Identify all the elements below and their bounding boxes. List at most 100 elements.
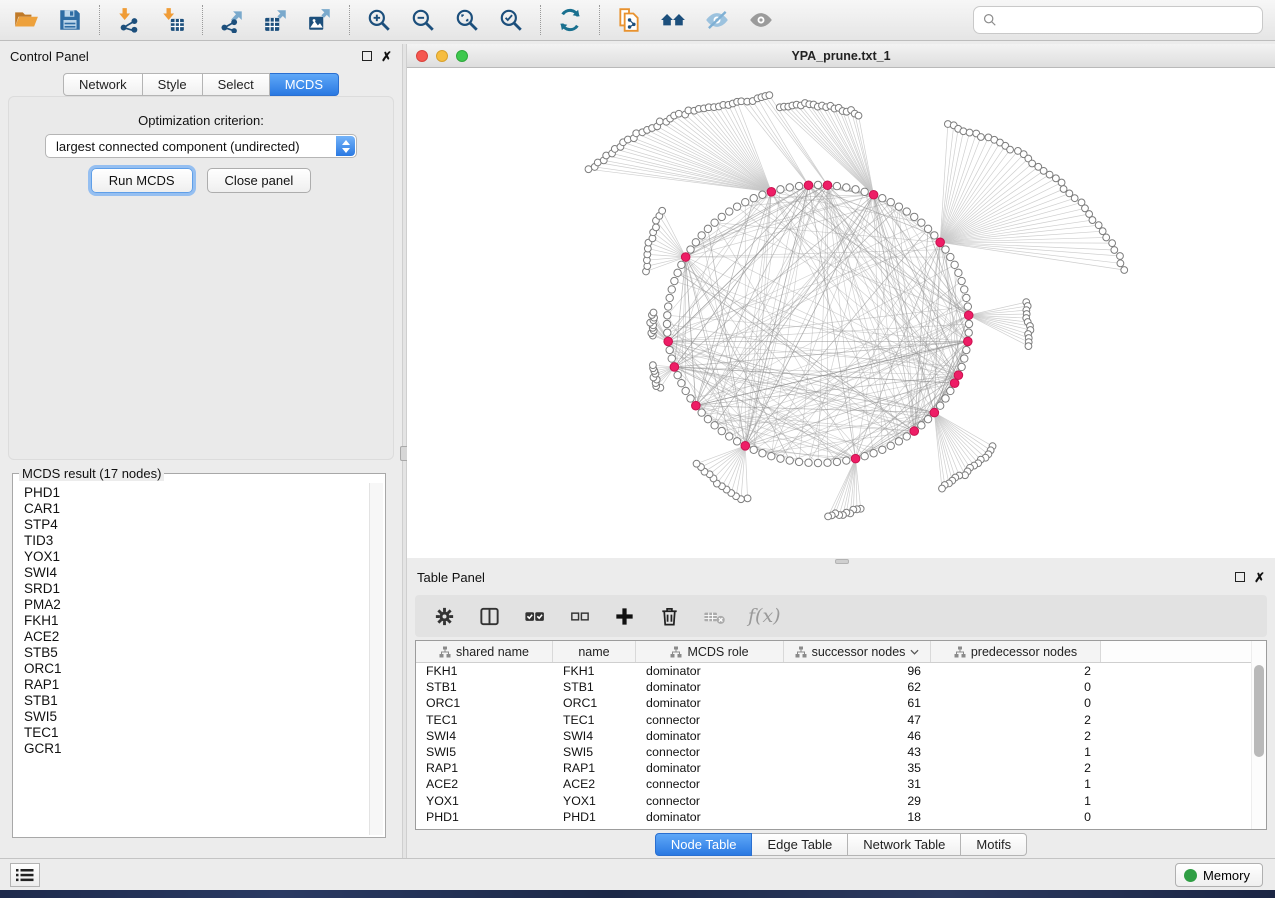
- leaf-node[interactable]: [744, 495, 751, 502]
- import-network-button[interactable]: [115, 6, 143, 34]
- ring-node[interactable]: [879, 195, 886, 202]
- ring-node[interactable]: [942, 395, 949, 402]
- ring-node[interactable]: [664, 329, 671, 336]
- ring-node[interactable]: [824, 459, 831, 466]
- ring-node[interactable]: [733, 438, 740, 445]
- mcds-result-item[interactable]: TEC1: [24, 725, 368, 741]
- leaf-node[interactable]: [659, 207, 666, 214]
- first-neighbors-button[interactable]: [659, 6, 687, 34]
- ring-node[interactable]: [942, 246, 949, 253]
- ring-node[interactable]: [666, 294, 673, 301]
- show-all-button[interactable]: [747, 6, 775, 34]
- zoom-out-button[interactable]: [409, 6, 437, 34]
- mcds-dominator-node[interactable]: [930, 408, 939, 417]
- column-header-name[interactable]: name: [553, 641, 636, 662]
- ring-node[interactable]: [958, 363, 965, 370]
- network-window-titlebar[interactable]: YPA_prune.txt_1: [407, 44, 1275, 68]
- table-row[interactable]: TEC1TEC1connector472: [416, 712, 1251, 728]
- save-session-button[interactable]: [56, 6, 84, 34]
- column-header-predecessor-nodes[interactable]: predecessor nodes: [931, 641, 1101, 662]
- leaf-node[interactable]: [1089, 217, 1096, 224]
- column-header-MCDS-role[interactable]: MCDS role: [636, 641, 784, 662]
- ring-node[interactable]: [777, 186, 784, 193]
- ring-node[interactable]: [961, 286, 968, 293]
- show-columns-button[interactable]: [478, 605, 501, 628]
- leaf-node[interactable]: [825, 513, 832, 520]
- ring-node[interactable]: [674, 269, 681, 276]
- horizontal-splitter[interactable]: [407, 558, 1275, 565]
- search-input[interactable]: [1003, 13, 1253, 28]
- leaf-node[interactable]: [855, 112, 862, 119]
- mcds-result-item[interactable]: STP4: [24, 517, 368, 533]
- tab-select[interactable]: Select: [203, 73, 270, 96]
- ring-node[interactable]: [911, 213, 918, 220]
- leaf-node[interactable]: [675, 110, 682, 117]
- ring-node[interactable]: [918, 422, 925, 429]
- close-panel-button[interactable]: ✗: [381, 50, 392, 63]
- ring-node[interactable]: [759, 450, 766, 457]
- delete-table-button[interactable]: [703, 605, 726, 628]
- ring-node[interactable]: [750, 195, 757, 202]
- ring-node[interactable]: [852, 186, 859, 193]
- leaf-node[interactable]: [978, 134, 985, 141]
- tab-network[interactable]: Network: [63, 73, 143, 96]
- import-table-button[interactable]: [159, 6, 187, 34]
- mcds-dominator-node[interactable]: [741, 442, 750, 451]
- zoom-in-button[interactable]: [365, 6, 393, 34]
- ring-node[interactable]: [870, 450, 877, 457]
- table-row[interactable]: RAP1RAP1dominator352: [416, 760, 1251, 776]
- mcds-result-item[interactable]: SRD1: [24, 581, 368, 597]
- ring-node[interactable]: [861, 188, 868, 195]
- ring-node[interactable]: [895, 438, 902, 445]
- leaf-node[interactable]: [649, 362, 656, 369]
- ring-node[interactable]: [777, 455, 784, 462]
- mcds-dominator-node[interactable]: [664, 337, 673, 346]
- ring-node[interactable]: [726, 208, 733, 215]
- mcds-result-list[interactable]: PHD1CAR1STP4TID3YOX1SWI4SRD1PMA2FKH1ACE2…: [15, 483, 368, 835]
- table-row[interactable]: SWI5SWI5connector431: [416, 744, 1251, 760]
- float-panel-button[interactable]: [1235, 572, 1245, 582]
- window-maximize-button[interactable]: [456, 50, 468, 62]
- ring-node[interactable]: [704, 225, 711, 232]
- ring-node[interactable]: [768, 452, 775, 459]
- ring-node[interactable]: [718, 213, 725, 220]
- ring-node[interactable]: [742, 198, 749, 205]
- leaf-node[interactable]: [1121, 267, 1128, 274]
- delete-columns-button[interactable]: [658, 605, 681, 628]
- ring-node[interactable]: [733, 203, 740, 210]
- leaf-node[interactable]: [1117, 260, 1124, 267]
- leaf-node[interactable]: [650, 309, 657, 316]
- ring-node[interactable]: [833, 182, 840, 189]
- ring-node[interactable]: [814, 459, 821, 466]
- ring-node[interactable]: [947, 253, 954, 260]
- mcds-dominator-node[interactable]: [692, 401, 701, 410]
- ring-node[interactable]: [903, 208, 910, 215]
- ring-node[interactable]: [664, 303, 671, 310]
- ring-node[interactable]: [965, 329, 972, 336]
- mcds-result-item[interactable]: ORC1: [24, 661, 368, 677]
- ring-node[interactable]: [961, 355, 968, 362]
- ring-node[interactable]: [786, 184, 793, 191]
- mcds-dominator-node[interactable]: [954, 371, 963, 380]
- ring-node[interactable]: [678, 379, 685, 386]
- ring-node[interactable]: [698, 409, 705, 416]
- export-table-button[interactable]: [262, 6, 290, 34]
- export-network-button[interactable]: [218, 6, 246, 34]
- ring-node[interactable]: [833, 458, 840, 465]
- leaf-node[interactable]: [656, 118, 663, 125]
- leaf-node[interactable]: [1099, 228, 1106, 235]
- table-settings-button[interactable]: [433, 605, 456, 628]
- mcds-dominator-node[interactable]: [804, 181, 813, 190]
- leaf-node[interactable]: [1103, 234, 1110, 241]
- open-session-button[interactable]: [12, 6, 40, 34]
- mcds-result-item[interactable]: TID3: [24, 533, 368, 549]
- ring-node[interactable]: [682, 387, 689, 394]
- tab-node-table[interactable]: Node Table: [655, 833, 753, 856]
- ring-node[interactable]: [843, 457, 850, 464]
- splitter-grip[interactable]: [835, 559, 849, 564]
- unselect-all-columns-button[interactable]: [568, 605, 591, 628]
- mcds-dominator-node[interactable]: [767, 188, 776, 197]
- ring-node[interactable]: [887, 442, 894, 449]
- ring-node[interactable]: [668, 286, 675, 293]
- task-history-button[interactable]: [10, 863, 40, 887]
